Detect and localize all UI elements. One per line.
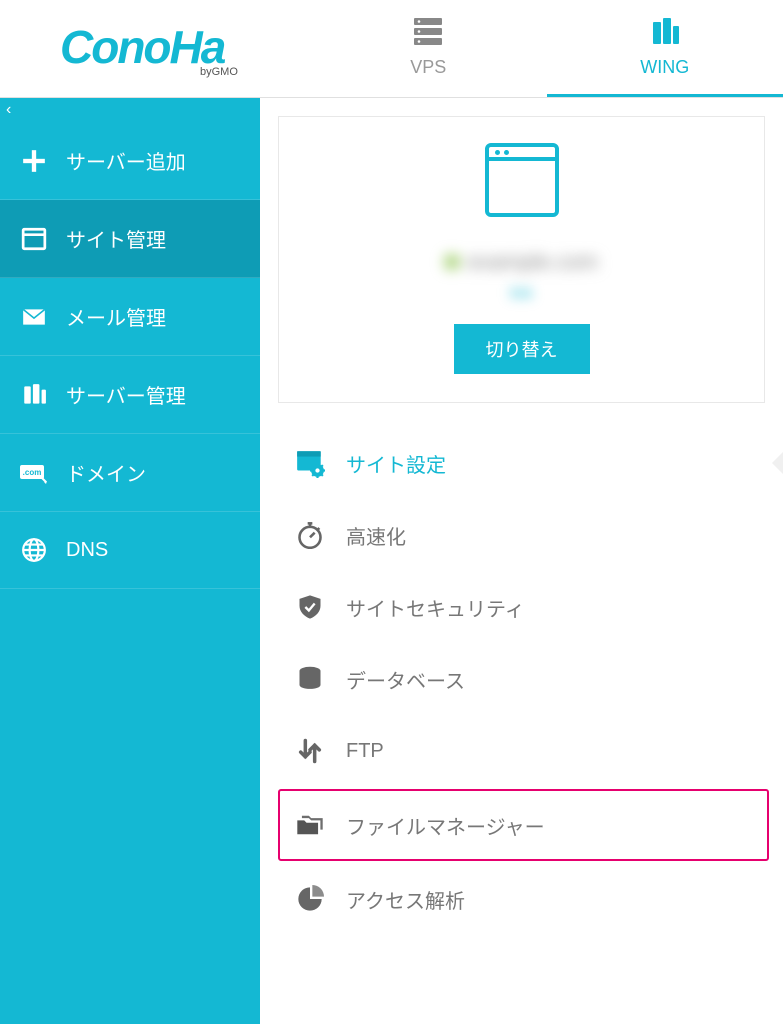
sidebar-item-label: ドメイン [66, 458, 146, 487]
site-link: link [510, 285, 533, 302]
tab-label: WING [640, 57, 689, 78]
submenu-item-file-manager[interactable]: ファイルマネージャー [278, 789, 769, 861]
submenu-item-ftp[interactable]: FTP [260, 715, 783, 787]
sidebar-item-mail-manage[interactable]: メール管理 [0, 278, 260, 356]
stopwatch-icon [294, 519, 326, 551]
submenu: サイト設定 高速化 サイトセキュリティ データベース FTP ファイルマネージャ… [260, 427, 783, 935]
sidebar: ‹ サーバー追加 サイト管理 メール管理 サーバー管理 .com ドメイン DN… [0, 98, 260, 1024]
logo-subtitle: byGMO [200, 66, 238, 78]
pie-chart-icon [294, 883, 326, 915]
sidebar-item-add-server[interactable]: サーバー追加 [0, 122, 260, 200]
svg-text:.com: .com [23, 468, 42, 477]
sidebar-item-server-manage[interactable]: サーバー管理 [0, 356, 260, 434]
shield-icon [294, 591, 326, 623]
tab-vps[interactable]: VPS [310, 0, 547, 97]
plus-icon [20, 147, 48, 175]
submenu-item-speed[interactable]: 高速化 [260, 499, 783, 571]
submenu-item-label: サイトセキュリティ [346, 593, 525, 622]
sidebar-item-label: サーバー追加 [66, 146, 186, 175]
wing-servers-icon [647, 16, 683, 53]
sidebar-item-label: DNS [66, 539, 108, 562]
sidebar-item-site-manage[interactable]: サイト管理 [0, 200, 260, 278]
site-domain: example.com [445, 249, 598, 275]
sidebar-item-label: サイト管理 [66, 224, 166, 253]
domain-tag-icon: .com [20, 459, 48, 487]
sidebar-item-domain[interactable]: .com ドメイン [0, 434, 260, 512]
tab-wing[interactable]: WING [547, 0, 783, 97]
submenu-item-label: アクセス解析 [346, 885, 465, 914]
site-card: example.com link 切り替え [278, 116, 765, 403]
app-window-icon [485, 143, 559, 217]
mail-icon [20, 303, 48, 331]
submenu-item-access-log[interactable]: アクセス解析 [260, 863, 783, 935]
submenu-item-label: サイト設定 [346, 449, 446, 478]
database-icon [294, 663, 326, 695]
submenu-item-label: FTP [346, 740, 384, 763]
submenu-item-security[interactable]: サイトセキュリティ [260, 571, 783, 643]
submenu-item-database[interactable]: データベース [260, 643, 783, 715]
sidebar-collapse[interactable]: ‹ [0, 98, 260, 122]
window-gear-icon [294, 447, 326, 479]
servers-icon [20, 381, 48, 409]
globe-icon [20, 536, 48, 564]
server-stack-icon [410, 16, 446, 53]
tab-label: VPS [410, 57, 446, 78]
switch-button[interactable]: 切り替え [454, 324, 590, 374]
folders-icon [294, 809, 326, 841]
submenu-item-label: 高速化 [346, 521, 406, 550]
submenu-item-label: データベース [346, 665, 465, 694]
submenu-item-label: ファイルマネージャー [346, 811, 545, 840]
window-icon [20, 225, 48, 253]
sidebar-item-label: サーバー管理 [66, 380, 186, 409]
sidebar-item-dns[interactable]: DNS [0, 512, 260, 589]
transfer-arrows-icon [294, 735, 326, 767]
sidebar-item-label: メール管理 [66, 302, 166, 331]
logo-area: ConoHa byGMO [0, 20, 310, 78]
content-area: example.com link 切り替え サイト設定 高速化 サイトセキュリテ… [260, 98, 783, 1024]
submenu-item-site-settings[interactable]: サイト設定 [260, 427, 783, 499]
